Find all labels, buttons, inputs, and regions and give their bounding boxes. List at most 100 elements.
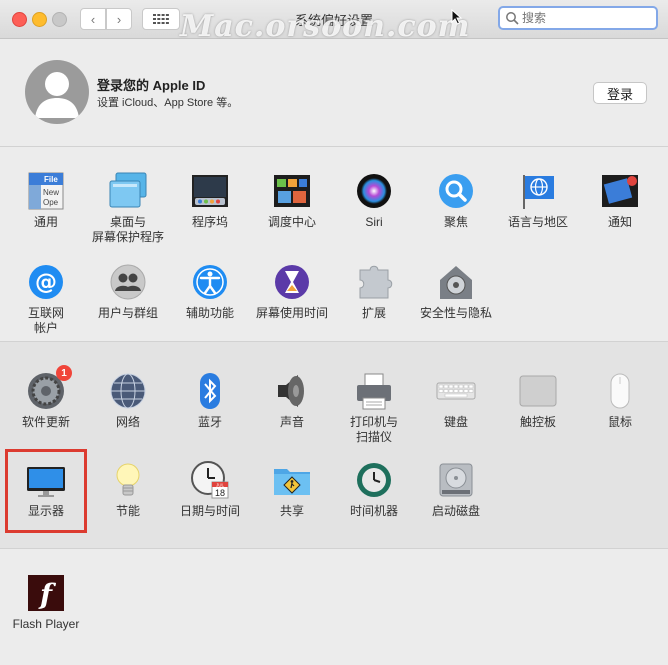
- pane-label: 安全性与隐私: [419, 306, 492, 320]
- svg-text:Ope: Ope: [43, 198, 59, 207]
- pane-bluetooth[interactable]: 蓝牙: [169, 371, 251, 430]
- accessibility-icon: [190, 262, 230, 302]
- pane-label: 互联网 帐户: [27, 306, 64, 335]
- speaker-icon: [272, 371, 312, 411]
- pane-users-groups[interactable]: 用户与群组: [87, 262, 169, 321]
- spotlight-icon: [436, 171, 476, 211]
- puzzle-piece-icon: [354, 262, 394, 302]
- mouse-cursor-icon: [451, 9, 463, 25]
- clock-calendar-icon: JUL 18: [190, 460, 230, 500]
- svg-text:New: New: [43, 188, 59, 197]
- pane-spotlight[interactable]: 聚焦: [415, 171, 497, 230]
- users-icon: [108, 262, 148, 302]
- pane-label: 键盘: [443, 415, 468, 429]
- pane-label: 启动磁盘: [431, 504, 480, 518]
- hard-disk-icon: [436, 460, 476, 500]
- pane-date-time[interactable]: JUL 18 日期与时间: [169, 460, 251, 519]
- pane-label: 时间机器: [349, 504, 398, 518]
- time-machine-icon: [354, 460, 394, 500]
- other-prefs-section: f Flash Player: [0, 549, 668, 665]
- pane-trackpad[interactable]: 触控板: [497, 371, 579, 430]
- mission-control-icon: [272, 171, 312, 211]
- pane-label: 触控板: [519, 415, 556, 429]
- gear-icon: 1: [26, 365, 72, 411]
- pane-energy-saver[interactable]: 节能: [87, 460, 169, 519]
- hourglass-icon: [272, 262, 312, 302]
- apple-id-title: 登录您的 Apple ID: [97, 78, 206, 93]
- personal-prefs-section: File New Ope 通用 桌面与 屏幕保护程序 程序坞 调度中心 Siri…: [0, 147, 668, 342]
- pane-label: 节能: [115, 504, 140, 518]
- displays-highlight-box: [5, 449, 87, 533]
- desktop-screensaver-icon: [108, 171, 148, 211]
- pane-notifications[interactable]: 通知: [579, 171, 661, 230]
- pane-label: 打印机与 扫描仪: [349, 415, 398, 444]
- pane-label: 用户与群组: [97, 306, 158, 320]
- pane-time-machine[interactable]: 时间机器: [333, 460, 415, 519]
- pane-accessibility[interactable]: 辅助功能: [169, 262, 251, 321]
- pane-mouse[interactable]: 鼠标: [579, 371, 661, 430]
- titlebar: ‹ › 系统偏好设置 Mac.orsoon.com: [0, 0, 668, 44]
- pane-software-update[interactable]: 1 软件更新: [5, 365, 87, 430]
- flash-icon: f: [26, 573, 66, 613]
- pane-startup-disk[interactable]: 启动磁盘: [415, 460, 497, 519]
- trackpad-icon: [518, 371, 558, 411]
- pane-general[interactable]: File New Ope 通用: [5, 171, 87, 230]
- pane-desktop-screensaver[interactable]: 桌面与 屏幕保护程序: [87, 171, 169, 245]
- sharing-folder-icon: [272, 460, 312, 500]
- pane-label: 网络: [115, 415, 140, 429]
- pane-keyboard[interactable]: 键盘: [415, 371, 497, 430]
- notifications-icon: [600, 171, 640, 211]
- pane-label: 声音: [279, 415, 304, 429]
- update-badge: 1: [56, 365, 72, 381]
- printer-icon: [354, 371, 394, 411]
- pane-label: Flash Player: [12, 617, 80, 631]
- flag-globe-icon: [518, 171, 558, 211]
- hardware-prefs-section: 1 软件更新 网络 蓝牙 声音 打印机与 扫描仪 键盘 触控板 鼠标 显示器 节…: [0, 342, 668, 549]
- pane-language-region[interactable]: 语言与地区: [497, 171, 579, 230]
- pane-label: 程序坞: [191, 215, 228, 229]
- avatar: [25, 60, 89, 124]
- pane-network[interactable]: 网络: [87, 371, 169, 430]
- pane-label: 桌面与 屏幕保护程序: [91, 215, 164, 244]
- pane-extensions[interactable]: 扩展: [333, 262, 415, 321]
- pane-siri[interactable]: Siri: [333, 171, 415, 230]
- dock-icon: [190, 171, 230, 211]
- pane-security-privacy[interactable]: 安全性与隐私: [415, 262, 497, 321]
- pane-printers-scanners[interactable]: 打印机与 扫描仪: [333, 371, 415, 445]
- pane-label: 鼠标: [607, 415, 632, 429]
- pane-label: 屏幕使用时间: [255, 306, 328, 320]
- search-input[interactable]: [519, 11, 655, 25]
- siri-icon: [354, 171, 394, 211]
- pane-screen-time[interactable]: 屏幕使用时间: [251, 262, 333, 321]
- login-button[interactable]: 登录: [593, 82, 647, 104]
- pane-mission-control[interactable]: 调度中心: [251, 171, 333, 230]
- pane-sound[interactable]: 声音: [251, 371, 333, 430]
- system-preferences-window: ‹ › 系统偏好设置 Mac.orsoon.com 搜索 登录您的 Apple …: [0, 0, 668, 665]
- pane-internet-accounts[interactable]: @ 互联网 帐户: [5, 262, 87, 336]
- pane-label: 语言与地区: [507, 215, 568, 229]
- svg-text:@: @: [35, 270, 57, 295]
- svg-text:JUL: JUL: [216, 482, 224, 487]
- general-icon: File New Ope: [26, 171, 66, 211]
- pane-label: 软件更新: [21, 415, 70, 429]
- keyboard-icon: [436, 371, 476, 411]
- pane-label: 共享: [279, 504, 304, 518]
- pane-label: 聚焦: [443, 215, 468, 229]
- apple-id-subtitle: 设置 iCloud、App Store 等。: [97, 97, 239, 109]
- globe-icon: [108, 371, 148, 411]
- pane-dock[interactable]: 程序坞: [169, 171, 251, 230]
- bluetooth-icon: [190, 371, 230, 411]
- house-lock-icon: [436, 262, 476, 302]
- at-sign-icon: @: [26, 262, 66, 302]
- search-icon: [506, 12, 519, 25]
- person-icon: [35, 72, 79, 118]
- search-field[interactable]: [498, 6, 658, 30]
- pane-flash-player[interactable]: f Flash Player: [5, 573, 87, 632]
- lightbulb-icon: [108, 460, 148, 500]
- pane-label: 调度中心: [267, 215, 316, 229]
- svg-text:File: File: [44, 175, 58, 184]
- pane-label: 通用: [33, 215, 58, 229]
- pane-sharing[interactable]: 共享: [251, 460, 333, 519]
- pane-label: 日期与时间: [179, 504, 240, 518]
- pane-label: 扩展: [361, 306, 386, 320]
